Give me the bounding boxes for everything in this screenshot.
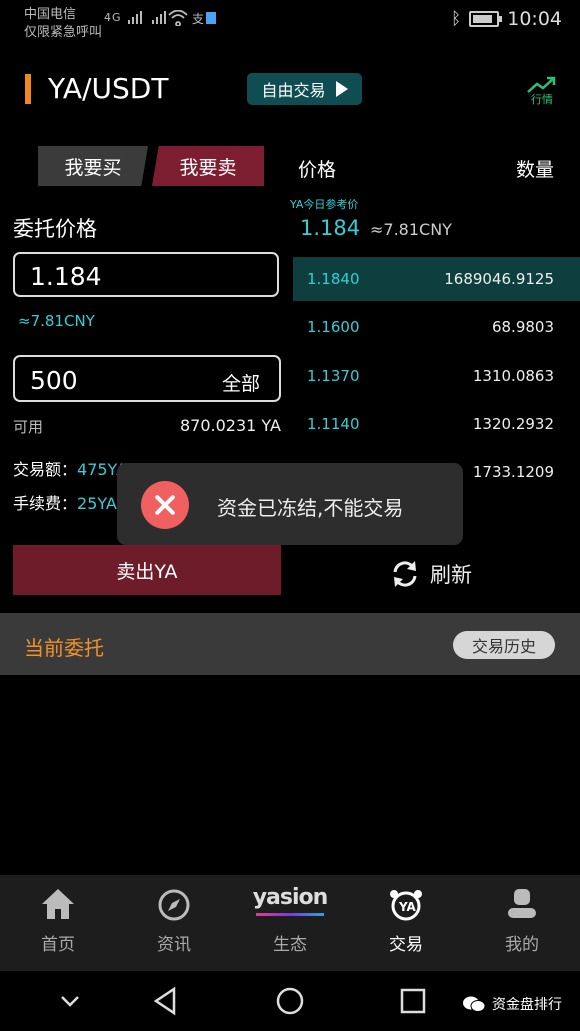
status-icons: 支 xyxy=(128,9,217,27)
tab-label: 交易 xyxy=(389,935,423,955)
order-book-row[interactable]: 1.1840 1689046.9125 xyxy=(293,257,580,301)
market-button[interactable]: 行情 xyxy=(524,75,560,106)
svg-text:YA: YA xyxy=(398,900,417,914)
error-toast: 资金已冻结,不能交易 xyxy=(117,463,463,545)
current-orders-title: 当前委托 xyxy=(24,636,104,660)
compass-icon xyxy=(158,889,190,921)
tab-ecosystem[interactable]: yasion 生态 xyxy=(232,875,348,971)
bluetooth-icon: ᛒ xyxy=(451,9,462,29)
all-button[interactable]: 全部 xyxy=(222,369,260,396)
tab-trade[interactable]: YA 交易 xyxy=(348,875,464,971)
fee-value: 25YA xyxy=(77,494,117,513)
tab-profile[interactable]: 我的 xyxy=(464,875,580,971)
tab-label: 资讯 xyxy=(157,935,191,955)
trade-amount-label: 交易额： xyxy=(13,460,78,479)
carrier-status: 仅限紧急呼叫 xyxy=(24,25,103,40)
user-icon xyxy=(508,889,536,918)
free-trade-label: 自由交易 xyxy=(261,81,326,100)
wechat-icon xyxy=(463,996,486,1012)
order-book-row[interactable]: 1.1370 1310.0863 xyxy=(293,354,580,398)
tab-buy[interactable]: 我要买 xyxy=(38,146,148,186)
book-header-price: 价格 xyxy=(298,159,337,181)
trade-amount: 交易额：475YA xyxy=(13,456,127,480)
network-type: 4G xyxy=(104,11,122,24)
price-cny-approx: ≈7.81CNY xyxy=(18,312,95,330)
watermark-text: 资金盘排行 xyxy=(492,997,562,1013)
ya-coin-icon: YA xyxy=(390,890,422,921)
watermark: 资金盘排行 xyxy=(462,994,562,1014)
tab-home[interactable]: 首页 xyxy=(0,875,116,971)
reference-price-cny: ≈7.81CNY xyxy=(370,220,452,239)
title-accent-bar xyxy=(25,74,31,104)
battery-icon xyxy=(469,11,503,27)
refresh-button[interactable]: 刷新 xyxy=(390,559,472,589)
status-right: ᛒ 10:04 xyxy=(451,8,562,30)
tab-label: 首页 xyxy=(41,935,75,955)
yasion-logo: yasion xyxy=(252,885,329,910)
tab-label: 我的 xyxy=(505,935,539,955)
chevron-down-icon[interactable] xyxy=(52,985,88,1017)
quantity-input-value: 500 xyxy=(30,366,78,395)
fee-label: 手续费： xyxy=(13,494,78,513)
carrier-name: 中国电信 xyxy=(24,7,77,22)
sell-button[interactable]: 卖出YA xyxy=(13,545,281,595)
back-icon[interactable] xyxy=(148,985,184,1017)
home-icon xyxy=(42,889,74,919)
tab-sell[interactable]: 我要卖 xyxy=(152,146,264,186)
available-value: 870.0231 YA xyxy=(180,416,281,435)
order-book-price: 1.1600 xyxy=(307,318,360,336)
book-header-quantity: 数量 xyxy=(516,159,555,181)
error-icon xyxy=(141,481,189,529)
order-book-price: 1.1140 xyxy=(307,415,360,433)
order-book-quantity: 1310.0863 xyxy=(472,367,554,385)
order-book-quantity: 1689046.9125 xyxy=(444,270,554,288)
home-circle-icon[interactable] xyxy=(272,985,308,1017)
refresh-label: 刷新 xyxy=(430,563,472,587)
order-book-quantity: 68.9803 xyxy=(491,318,554,336)
reference-price-label: YA今日参考价 xyxy=(290,198,359,211)
page-title: YA/USDT xyxy=(48,72,169,105)
available-label: 可用 xyxy=(13,418,44,436)
order-book-row[interactable]: 1.1140 1320.2932 xyxy=(293,402,580,446)
yasion-logo-underline xyxy=(256,913,324,916)
refresh-icon xyxy=(393,561,417,587)
status-time: 10:04 xyxy=(507,8,562,30)
order-book-quantity: 1733.1209 xyxy=(472,463,554,481)
order-book-price: 1.1840 xyxy=(307,270,360,288)
signal-icon: 4G 支 xyxy=(104,9,217,27)
tab-news[interactable]: 资讯 xyxy=(116,875,232,971)
fee: 手续费：25YA xyxy=(13,490,117,514)
recents-icon[interactable] xyxy=(395,985,431,1017)
svg-text:支: 支 xyxy=(192,12,205,26)
bottom-tab-bar: 首页 资讯 yasion 生态 YA 交易 我的 xyxy=(0,875,580,971)
order-price-label: 委托价格 xyxy=(13,217,97,241)
price-input-value: 1.184 xyxy=(30,262,102,291)
free-trade-button[interactable]: 自由交易 xyxy=(247,73,362,105)
reference-price: 1.184 xyxy=(300,216,361,240)
tab-label: 生态 xyxy=(273,935,307,955)
play-icon xyxy=(335,81,348,97)
toast-message: 资金已冻结,不能交易 xyxy=(217,496,404,520)
trade-history-button[interactable]: 交易历史 xyxy=(453,631,555,659)
market-label: 行情 xyxy=(531,93,553,106)
order-book-row[interactable]: 1.1600 68.9803 xyxy=(293,305,580,349)
order-book-quantity: 1320.2932 xyxy=(472,415,554,433)
order-book-price: 1.1370 xyxy=(307,367,360,385)
